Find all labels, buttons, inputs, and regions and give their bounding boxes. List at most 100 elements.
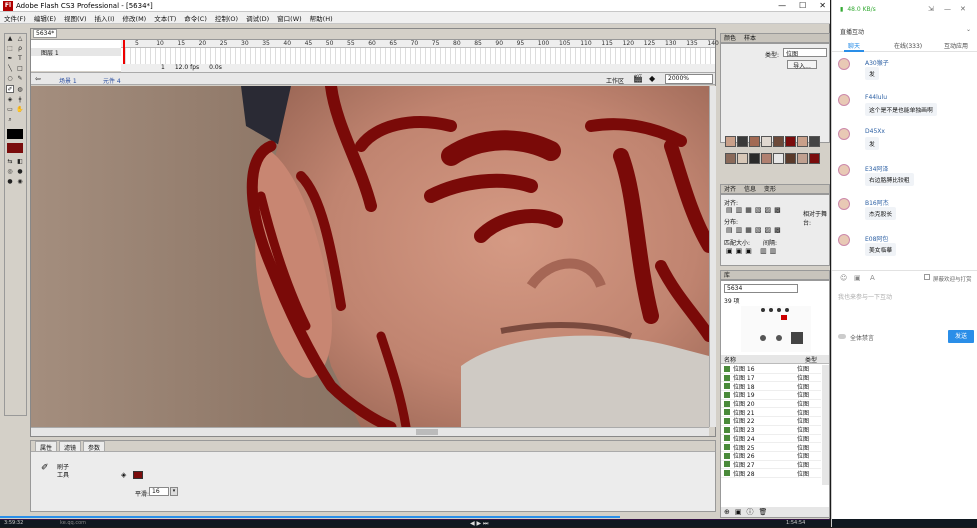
- frames-grid[interactable]: [121, 48, 715, 64]
- lock-fill-icon[interactable]: ◉: [16, 178, 24, 186]
- edit-symbol-icon[interactable]: ◆: [649, 74, 655, 83]
- chat-input[interactable]: 我也来参与一下互动: [838, 292, 892, 301]
- brush-size-icon[interactable]: ●: [16, 168, 24, 176]
- swap-colors-icon[interactable]: ⇆: [6, 158, 14, 166]
- playback-progress[interactable]: [0, 516, 620, 518]
- pin-icon[interactable]: ⇲: [928, 5, 934, 13]
- smooth-dropdown-icon[interactable]: ▾: [170, 487, 178, 496]
- chevron-down-icon[interactable]: ⌄: [966, 26, 971, 33]
- line-tool-icon[interactable]: ╲: [6, 65, 14, 73]
- menu-insert[interactable]: 插入(I): [91, 13, 119, 23]
- eyedropper-tool-icon[interactable]: ǂ: [16, 96, 24, 104]
- brush-shape-icon[interactable]: ●: [6, 178, 14, 186]
- col-type[interactable]: 类型: [805, 355, 829, 364]
- brush-tool-icon[interactable]: ✐: [6, 85, 14, 93]
- default-colors-icon[interactable]: ◧: [16, 158, 24, 166]
- h-scroll-thumb[interactable]: [416, 429, 438, 435]
- tab-properties[interactable]: 属性: [35, 441, 58, 452]
- library-scrollbar[interactable]: [822, 365, 829, 485]
- layer-row[interactable]: 图层 1: [31, 48, 121, 57]
- tab-parameters[interactable]: 参数: [83, 441, 106, 452]
- scene-breadcrumb[interactable]: 场景 1: [59, 76, 77, 85]
- font-icon[interactable]: A: [870, 274, 875, 282]
- col-name[interactable]: 名称: [721, 355, 805, 364]
- library-item[interactable]: 位图 28 位图: [721, 469, 821, 478]
- maximize-icon[interactable]: ☐: [799, 0, 806, 12]
- menu-modify[interactable]: 修改(M): [119, 13, 151, 23]
- minimize-icon[interactable]: —: [944, 5, 951, 13]
- library-list: 位图 16 位图 位图 17 位图 位图 18 位图 位图 19 位图 位图 20 位图 …: [721, 365, 821, 478]
- close-icon[interactable]: ✕: [819, 0, 826, 12]
- tab-transform[interactable]: 变形: [764, 186, 776, 193]
- rect-tool-icon[interactable]: □: [16, 65, 24, 73]
- tab-swatches[interactable]: 样本: [744, 35, 756, 42]
- hand-tool-icon[interactable]: ✋: [16, 106, 24, 114]
- brush-mode-icon[interactable]: ◎: [6, 168, 14, 176]
- library-footer-icons[interactable]: ⊕▣ⓘ🗑: [721, 507, 829, 517]
- tab-color[interactable]: 颜色: [724, 35, 736, 42]
- zoom-select[interactable]: 2000%: [665, 74, 713, 84]
- symbol-breadcrumb[interactable]: 元件 4: [103, 76, 121, 85]
- import-button[interactable]: 导入...: [787, 60, 817, 70]
- vertical-scrollbar[interactable]: [709, 86, 716, 427]
- bitmap-icon: [724, 444, 730, 451]
- distribute-buttons-icon[interactable]: ▤▥▦▧▨▩: [726, 226, 784, 234]
- tab-chat[interactable]: 聊天: [848, 41, 860, 50]
- lasso-tool-icon[interactable]: ρ: [16, 45, 24, 53]
- match-buttons-icon[interactable]: ▣▣▣ ▥▥: [726, 247, 779, 255]
- menu-help[interactable]: 帮助(H): [306, 13, 337, 23]
- playhead[interactable]: [123, 40, 125, 64]
- close-icon[interactable]: ✕: [960, 5, 966, 13]
- stroke-color-swatch[interactable]: [7, 129, 23, 139]
- tab-apps[interactable]: 互动应用: [944, 41, 968, 50]
- zoom-tool-icon[interactable]: ⌕: [6, 116, 14, 124]
- workspace-menu[interactable]: 工作区: [606, 76, 624, 85]
- bitmap-swatches[interactable]: [725, 136, 827, 168]
- type-select[interactable]: 位图: [783, 48, 827, 58]
- oval-tool-icon[interactable]: ○: [6, 75, 14, 83]
- ruler-tick: 105: [559, 40, 571, 47]
- ink-tool-icon[interactable]: ◍: [16, 86, 24, 94]
- timeline[interactable]: 5 10 15 20 25 30 35 40 45 50 55 60 65 70 75 80 85 90 95 100…: [31, 39, 719, 72]
- horizontal-scrollbar[interactable]: [31, 427, 709, 436]
- menu-commands[interactable]: 命令(C): [180, 13, 211, 23]
- menu-edit[interactable]: 编辑(E): [30, 13, 60, 23]
- back-icon[interactable]: ⇦: [35, 75, 41, 83]
- color-panel-header[interactable]: 颜色 样本: [720, 33, 830, 43]
- library-doc-select[interactable]: 5634: [724, 284, 798, 293]
- edit-scene-icon[interactable]: 🎬: [633, 74, 643, 83]
- text-tool-icon[interactable]: T: [16, 55, 24, 63]
- document-tab[interactable]: 5634*: [33, 29, 57, 38]
- menu-text[interactable]: 文本(T): [150, 13, 180, 23]
- menu-view[interactable]: 视图(V): [60, 13, 91, 23]
- block-welcome-checkbox[interactable]: [924, 274, 930, 280]
- emoji-icon[interactable]: ☺: [840, 274, 847, 282]
- stage-canvas[interactable]: [31, 86, 709, 427]
- tab-online[interactable]: 在线(333): [894, 41, 922, 50]
- menu-window[interactable]: 窗口(W): [273, 13, 306, 23]
- pen-tool-icon[interactable]: ✒: [6, 55, 14, 63]
- mute-toggle[interactable]: [838, 334, 846, 339]
- image-icon[interactable]: ▣: [854, 274, 861, 282]
- align-panel-header[interactable]: 对齐 信息 变形: [720, 184, 830, 194]
- send-button[interactable]: 发送: [948, 330, 974, 343]
- menu-file[interactable]: 文件(F): [0, 13, 30, 23]
- pencil-tool-icon[interactable]: ✎: [16, 75, 24, 83]
- tab-info[interactable]: 信息: [744, 186, 756, 193]
- minimize-icon[interactable]: —: [778, 0, 786, 12]
- bucket-tool-icon[interactable]: ◈: [6, 96, 14, 104]
- eraser-tool-icon[interactable]: ▭: [6, 106, 14, 114]
- menu-control[interactable]: 控制(O): [211, 13, 242, 23]
- menu-debug[interactable]: 调试(D): [242, 13, 273, 23]
- selection-tool-icon[interactable]: ▲: [6, 35, 14, 43]
- brush-color-swatch[interactable]: [133, 471, 143, 479]
- tab-align[interactable]: 对齐: [724, 186, 736, 193]
- fill-color-swatch[interactable]: [7, 143, 23, 153]
- transform-tool-icon[interactable]: ⬚: [6, 45, 14, 53]
- smooth-input[interactable]: 16: [149, 487, 169, 496]
- align-buttons-icon[interactable]: ▤▥▦▧▨▩: [726, 206, 784, 214]
- library-panel-header[interactable]: 库: [720, 270, 830, 280]
- subselect-tool-icon[interactable]: △: [16, 35, 24, 43]
- tab-filters[interactable]: 滤镜: [59, 441, 82, 452]
- library-header-row[interactable]: 名称 类型: [721, 355, 829, 364]
